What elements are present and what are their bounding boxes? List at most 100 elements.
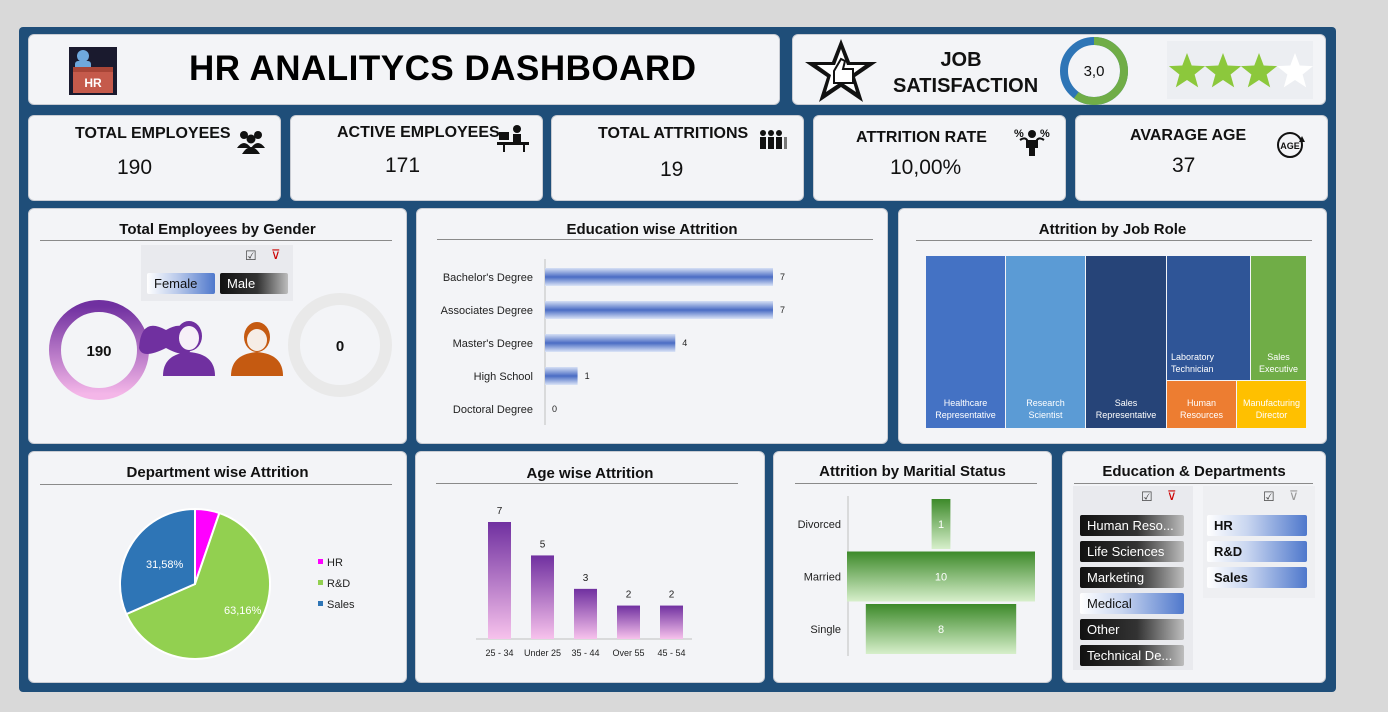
tile-label: Research xyxy=(1026,398,1065,408)
data-label: 2 xyxy=(669,590,675,601)
tile-label: Executive xyxy=(1259,364,1298,374)
age-icon: AGE xyxy=(1274,130,1310,165)
female-count: 190 xyxy=(86,343,111,360)
star-icon xyxy=(1168,53,1206,88)
kpi-label: AVARAGE AGE xyxy=(1130,127,1247,144)
legend-label: HR xyxy=(327,557,343,569)
category-label: Single xyxy=(810,624,841,636)
legend-label: Sales xyxy=(327,599,355,611)
marital-funnel-chart: 1 Divorced 10 Married 8 Single xyxy=(798,496,1035,656)
age-card: Age wise Attrition 7 25 - 34 5 Under 25 3 35 … xyxy=(415,451,765,683)
multi-select-icon[interactable]: ☑ xyxy=(1141,489,1153,505)
star-icon xyxy=(1204,53,1242,88)
thumbs-up-star-icon xyxy=(801,37,881,105)
satisfaction-score: 3,0 xyxy=(1084,63,1105,80)
category-label: Under 25 xyxy=(524,648,561,658)
svg-text:AGE: AGE xyxy=(1280,141,1300,151)
data-label: 4 xyxy=(682,338,687,348)
department-filter-button[interactable]: HR xyxy=(1207,515,1307,536)
bar xyxy=(545,301,773,319)
category-label: Divorced xyxy=(798,519,841,531)
education-filter-button[interactable]: Other xyxy=(1080,619,1184,640)
multi-select-icon[interactable]: ☑ xyxy=(1263,489,1275,505)
job-role-card: Attrition by Job Role Healthcare Represen… xyxy=(898,208,1327,444)
slice-label: 31,58% xyxy=(146,559,184,571)
clear-filter-icon[interactable]: ⊽ xyxy=(1289,488,1299,504)
bar xyxy=(617,605,640,639)
category-label: 45 - 54 xyxy=(657,648,685,658)
bar xyxy=(531,555,554,639)
data-label: 5 xyxy=(540,539,546,550)
data-label: 1 xyxy=(938,519,944,531)
tile-label: Sales xyxy=(1267,352,1290,362)
bar xyxy=(545,334,676,352)
kpi-card-attrition-rate: ATTRITION RATE 10,00%%% xyxy=(813,115,1066,201)
kpi-card-avarage-age: AVARAGE AGE 37 AGE xyxy=(1075,115,1328,201)
education-filter-button[interactable]: Life Sciences xyxy=(1080,541,1184,562)
age-bar-chart: 7 25 - 34 5 Under 25 3 35 - 44 2 Over 55 2 45 - 5… xyxy=(476,506,692,658)
tile-label: Director xyxy=(1256,410,1288,420)
data-label: 7 xyxy=(497,506,503,517)
kpi-label: TOTAL ATTRITIONS xyxy=(598,125,749,142)
education-filter-button[interactable]: Human Reso... xyxy=(1080,515,1184,536)
data-label: 1 xyxy=(585,371,590,381)
person-at-desk-icon xyxy=(495,124,531,157)
star-icon xyxy=(1276,53,1314,88)
header-card: HR HR ANALITYCS DASHBOARD xyxy=(28,34,780,105)
clear-filter-icon[interactable]: ⊽ xyxy=(1167,488,1177,504)
department-card: Department wise Attrition 5,26%63,16%31,… xyxy=(28,451,407,683)
legend-swatch xyxy=(318,601,323,606)
tile-label: Sales xyxy=(1115,398,1138,408)
marital-card: Attrition by Maritial Status 1 Divorced 10… xyxy=(773,451,1052,683)
gender-card: Total Employees by Gender ☑ ⊽ Female Mal… xyxy=(28,208,407,444)
category-label: Associates Degree xyxy=(441,305,533,317)
star-icon xyxy=(1240,53,1278,88)
bar xyxy=(574,588,597,639)
legend-label: R&D xyxy=(327,578,350,590)
data-label: 7 xyxy=(780,272,785,282)
job-satisfaction-label: JOB SATISFACTION xyxy=(893,47,1039,99)
bar xyxy=(660,605,683,639)
legend-swatch xyxy=(318,580,323,585)
bar xyxy=(545,367,578,385)
department-filter-button[interactable]: R&D xyxy=(1207,541,1307,562)
percent-person-icon: %% xyxy=(1014,126,1050,161)
department-filter-button[interactable]: Sales xyxy=(1207,567,1307,588)
department-pie-chart: 5,26%63,16%31,58%HRR&DSales xyxy=(119,507,355,660)
education-filter-button[interactable]: Marketing xyxy=(1080,567,1184,588)
tile-label: Representative xyxy=(1096,410,1157,420)
female-icon xyxy=(139,321,215,376)
data-label: 3 xyxy=(583,573,589,584)
hr-logo-icon: HR xyxy=(69,47,117,95)
kpi-card-active-employees: ACTIVE EMPLOYEES 171 xyxy=(290,115,543,201)
education-filter-button[interactable]: Technical De... xyxy=(1080,645,1184,666)
job-satisfaction-card: JOB SATISFACTION 3,0 xyxy=(792,34,1326,105)
slice-label: 63,16% xyxy=(224,605,262,617)
page-title: HR ANALITYCS DASHBOARD xyxy=(189,49,697,88)
logo-text: HR xyxy=(84,76,102,90)
category-label: High School xyxy=(474,371,533,383)
label-line-2: SATISFACTION xyxy=(893,75,1039,97)
people-leaving-icon xyxy=(758,128,788,157)
male-count: 0 xyxy=(336,338,344,355)
education-filter-button[interactable]: Medical xyxy=(1080,593,1184,614)
category-label: 35 - 44 xyxy=(571,648,599,658)
tile-label: Laboratory xyxy=(1171,352,1215,362)
kpi-card-total-employees: TOTAL EMPLOYEES 190 xyxy=(28,115,281,201)
kpi-value: 171 xyxy=(385,154,421,177)
bar xyxy=(488,522,511,639)
tile-label: Human xyxy=(1187,398,1216,408)
kpi-value: 190 xyxy=(117,156,153,179)
education-slicer: ☑ ⊽ Human Reso... Life Sciences Marketing M… xyxy=(1073,486,1193,670)
kpi-value: 37 xyxy=(1172,154,1196,177)
people-group-icon xyxy=(235,128,267,159)
kpi-label: TOTAL EMPLOYEES xyxy=(75,125,231,142)
edu-dept-title: Education & Departments xyxy=(1102,463,1286,480)
category-label: Married xyxy=(804,572,841,584)
kpi-card-total-attritions: TOTAL ATTRITIONS 19 xyxy=(551,115,804,201)
data-label: 0 xyxy=(552,404,557,414)
star-rating xyxy=(1167,41,1314,99)
data-label: 7 xyxy=(780,305,785,315)
edu-dept-card: Education & Departments ☑ ⊽ Human Reso..… xyxy=(1062,451,1326,683)
education-bar-chart: Bachelor's Degree 7 Associates Degree 7 Mast… xyxy=(441,259,785,425)
